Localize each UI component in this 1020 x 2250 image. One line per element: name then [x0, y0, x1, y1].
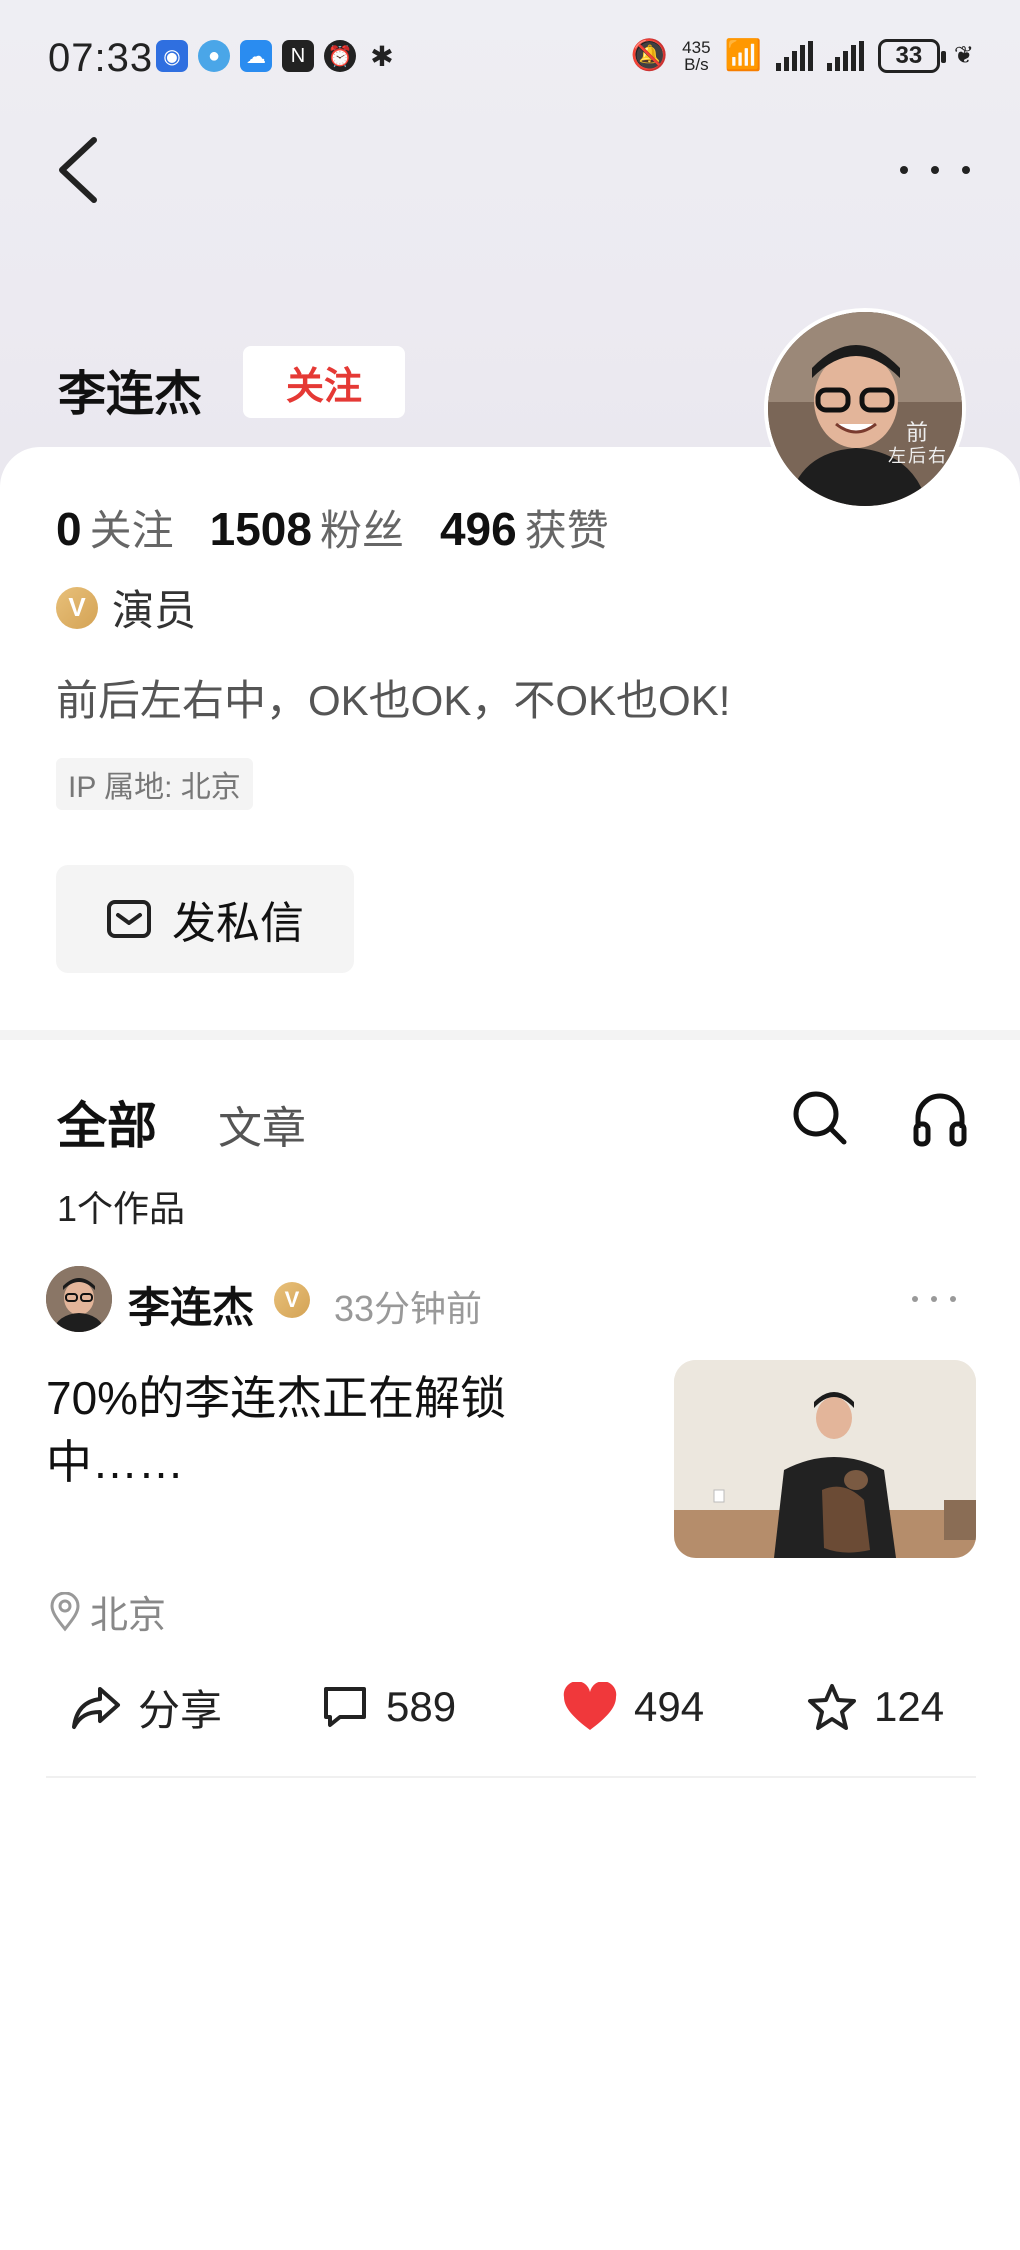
- ip-location-tag: IP 属地: 北京: [56, 758, 253, 810]
- tab-article[interactable]: 文章: [218, 1092, 306, 1156]
- bluetooth-icon: ✱: [370, 40, 394, 72]
- net-speed: 435 B/s: [682, 39, 710, 73]
- comment-icon: [324, 1687, 366, 1727]
- status-time: 07:33: [48, 36, 154, 80]
- post-thumbnail-photo: [674, 1360, 976, 1558]
- share-button[interactable]: 分享: [70, 1672, 222, 1742]
- star-icon: [808, 1684, 856, 1730]
- signal-icon-2: [826, 40, 864, 71]
- avatar-photo: 前 后 左 右: [768, 312, 962, 506]
- like-button[interactable]: 494: [562, 1672, 704, 1742]
- message-icon: [107, 900, 151, 938]
- mute-icon: 🔕: [630, 39, 669, 72]
- signal-icon: [775, 40, 813, 71]
- favorite-button[interactable]: 124: [806, 1672, 944, 1742]
- dot-icon: [950, 1296, 956, 1302]
- post-location-text: 北京: [90, 1595, 167, 1637]
- stat-likes[interactable]: 496 获赞: [440, 497, 609, 558]
- system-indicators: 🔕 435 B/s 📶 33 ❦: [631, 38, 974, 73]
- tab-all[interactable]: 全部: [57, 1086, 157, 1158]
- post-thumbnail[interactable]: [674, 1360, 976, 1558]
- search-icon: [793, 1091, 847, 1145]
- works-count: 1个作品: [57, 1188, 186, 1229]
- profile-stats: 0 关注 1508 粉丝 496 获赞: [56, 497, 609, 558]
- stat-number: 496: [439, 503, 517, 555]
- share-icon: [72, 1687, 120, 1729]
- dot-icon: [900, 166, 908, 174]
- heart-icon: [563, 1682, 617, 1730]
- alarm-icon: ⏰: [324, 40, 356, 72]
- profile-bio: 前后左右中，OK也OK，不OK也OK!: [56, 677, 731, 724]
- weather-notification-icon: ☁: [240, 40, 272, 72]
- wifi-icon: 📶: [724, 39, 762, 72]
- leaf-icon: ❦: [953, 42, 974, 69]
- svg-text:前: 前: [906, 421, 928, 446]
- post-more-button[interactable]: [912, 1292, 956, 1306]
- author-avatar-photo: [46, 1266, 112, 1332]
- browser-notification-icon: ●: [198, 40, 230, 72]
- post-author-avatar[interactable]: [46, 1266, 112, 1332]
- verification-text: 演员: [112, 587, 197, 634]
- listen-button[interactable]: [910, 1088, 970, 1148]
- stat-number: 1508: [209, 503, 312, 555]
- favorite-count: 124: [874, 1683, 945, 1730]
- svg-text:左: 左: [888, 446, 906, 467]
- post-time: 33分钟前: [334, 1288, 483, 1329]
- stat-label: 获赞: [524, 507, 609, 554]
- comment-button[interactable]: 589: [320, 1672, 456, 1742]
- stat-followers[interactable]: 1508 粉丝: [210, 497, 404, 558]
- stat-number: 0: [56, 503, 82, 555]
- profile-name: 李连杰: [58, 368, 203, 421]
- verified-badge-icon: V: [56, 586, 98, 629]
- svg-text:右: 右: [928, 446, 946, 467]
- profile-avatar[interactable]: 前 后 左 右: [764, 308, 966, 510]
- section-divider: [0, 1030, 1020, 1040]
- dot-icon: [931, 166, 939, 174]
- stat-label: 粉丝: [319, 507, 404, 554]
- battery-icon: 33: [877, 38, 946, 73]
- net-speed-value: 435: [682, 37, 711, 57]
- post-location[interactable]: 北京: [48, 1584, 166, 1639]
- post-divider: [46, 1776, 976, 1778]
- send-message-button[interactable]: 发私信: [56, 865, 354, 973]
- send-message-label: 发私信: [172, 899, 304, 948]
- follow-button[interactable]: 关注: [243, 346, 405, 418]
- notification-icons: ◉ ● ☁ N ⏰ ✱: [156, 40, 398, 72]
- nfc-icon: N: [282, 40, 314, 72]
- back-button[interactable]: [54, 130, 114, 210]
- stat-following[interactable]: 0 关注: [56, 497, 174, 558]
- post-author-name[interactable]: 李连杰: [128, 1274, 254, 1335]
- post-verified-badge-icon: V: [274, 1282, 310, 1318]
- headphones-icon: [913, 1093, 967, 1147]
- comment-count: 589: [386, 1683, 457, 1730]
- status-bar: 07:33 ◉ ● ☁ N ⏰ ✱ 🔕 435 B/s 📶 33 ❦: [0, 0, 1020, 120]
- app-notification-icon: ◉: [156, 40, 188, 72]
- svg-text:后: 后: [908, 446, 926, 467]
- chevron-left-icon: [59, 137, 97, 203]
- dot-icon: [912, 1296, 918, 1302]
- dot-icon: [931, 1296, 937, 1302]
- dot-icon: [962, 166, 970, 174]
- like-count: 494: [634, 1683, 705, 1730]
- stat-label: 关注: [89, 507, 174, 554]
- post-text[interactable]: 70%的李连杰正在解锁中……: [46, 1366, 606, 1494]
- net-speed-unit: B/s: [684, 54, 709, 74]
- profile-card: 0 关注 1508 粉丝 496 获赞 V 演员 前后左右中，OK也OK，不OK也OK…: [0, 447, 1020, 1030]
- verification-row: V 演员: [56, 577, 196, 638]
- location-pin-icon: [50, 1591, 80, 1631]
- more-options-button[interactable]: [900, 150, 970, 190]
- search-button[interactable]: [790, 1088, 850, 1148]
- share-label: 分享: [138, 1686, 223, 1734]
